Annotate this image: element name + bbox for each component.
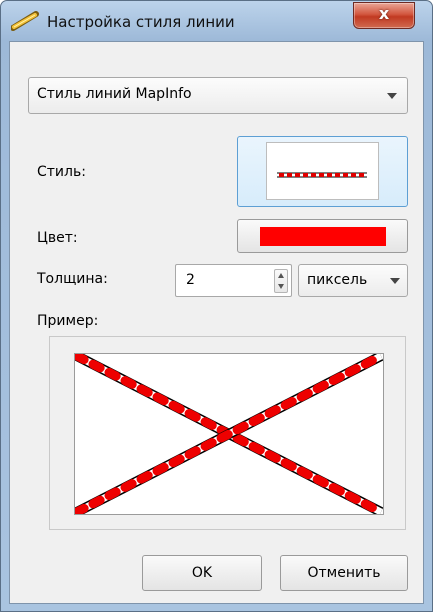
style-set-combo[interactable]: Стиль линий MapInfo — [28, 77, 408, 114]
title-bar[interactable]: Настройка стиля линии x — [1, 1, 432, 41]
color-label: Цвет: — [37, 230, 78, 246]
style-set-value: Стиль линий MapInfo — [37, 86, 192, 102]
color-button[interactable] — [237, 219, 408, 253]
preview-frame — [49, 336, 406, 530]
close-button[interactable]: x — [353, 2, 415, 29]
thickness-unit-combo[interactable]: пиксель — [298, 264, 408, 297]
line-style-dialog: Настройка стиля линии x Стиль линий MapI… — [0, 0, 433, 612]
dotted-line-preview — [277, 172, 367, 178]
spin-down-icon[interactable] — [278, 284, 284, 289]
close-icon: x — [378, 4, 390, 23]
preview-canvas — [72, 351, 386, 517]
thickness-value: 2 — [186, 272, 195, 288]
window-title: Настройка стиля линии — [47, 13, 235, 31]
ok-button[interactable]: OK — [142, 555, 262, 591]
preview-label: Пример: — [37, 313, 99, 329]
chevron-down-icon — [390, 278, 400, 284]
line-style-button[interactable] — [237, 136, 408, 207]
spin-up-icon[interactable] — [278, 273, 284, 278]
chevron-down-icon — [387, 93, 397, 99]
line-style-swatch — [266, 142, 379, 200]
color-swatch — [260, 227, 386, 246]
preview-lines — [72, 351, 386, 517]
thickness-unit-value: пиксель — [307, 272, 368, 288]
dialog-body: Стиль линий MapInfo Стиль: Цвет: Толщина… — [9, 41, 424, 604]
thickness-spinbox[interactable]: 2 — [175, 264, 292, 297]
cancel-button[interactable]: Отменить — [280, 555, 408, 591]
style-label: Стиль: — [37, 164, 86, 180]
thickness-label: Толщина: — [37, 271, 108, 287]
pencil-icon — [10, 11, 39, 31]
thickness-stepper[interactable] — [274, 269, 288, 293]
